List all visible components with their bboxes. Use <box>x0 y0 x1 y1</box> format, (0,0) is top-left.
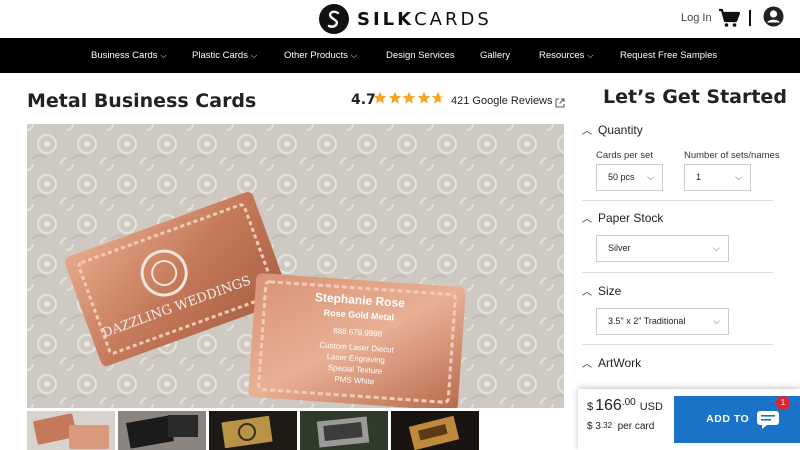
nav-request-samples[interactable]: Request Free Samples <box>620 38 717 73</box>
section-divider <box>582 200 773 201</box>
nav-label: Business Cards <box>91 50 158 61</box>
chevron-down-icon: ⌵ <box>735 172 742 182</box>
size-select[interactable]: 3.5" x 2" Traditional ⌵ <box>596 308 729 335</box>
logo-mark-icon <box>319 4 349 34</box>
total-cents: .00 <box>621 397 636 408</box>
chevron-down-icon: ⌵ <box>160 51 167 60</box>
main-nav: Business Cards ⌵ Plastic Cards ⌵ Other Pro… <box>0 38 800 73</box>
thumbnail-1[interactable] <box>27 411 115 450</box>
nav-label: Request Free Samples <box>620 50 718 61</box>
nav-resources[interactable]: Resources ⌵ <box>539 38 594 73</box>
section-heading: ArtWork <box>598 355 642 370</box>
currency-symbol: $ <box>587 401 594 413</box>
header-divider <box>749 10 751 26</box>
google-reviews-link[interactable]: 421 Google Reviews <box>451 95 553 107</box>
page-title: Metal Business Cards <box>27 90 257 112</box>
thumbnail-2[interactable] <box>118 411 206 450</box>
chevron-down-icon: ⌵ <box>713 316 720 326</box>
rating-stars <box>373 91 446 105</box>
config-panel-title: Let’s Get Started <box>603 86 787 108</box>
star-half-icon <box>431 91 445 104</box>
chevron-up-icon: ︿ <box>582 287 592 298</box>
currency-code: USD <box>639 401 663 413</box>
per-card-label: per card <box>617 421 655 432</box>
section-divider <box>582 272 773 273</box>
star-icon <box>417 91 430 104</box>
total-whole: 166 <box>595 397 622 414</box>
login-link[interactable]: Log In <box>681 12 712 24</box>
sets-select[interactable]: 1 ⌵ <box>684 164 751 191</box>
nav-label: Plastic Cards <box>192 50 248 61</box>
select-value: 3.5" x 2" Traditional <box>608 316 686 326</box>
chevron-down-icon: ⌵ <box>350 51 357 60</box>
chevron-up-icon: ︿ <box>582 359 592 370</box>
thumbnail-5[interactable] <box>391 411 479 450</box>
sets-label: Number of sets/names <box>684 150 780 161</box>
nav-other-products[interactable]: Other Products ⌵ <box>284 38 357 73</box>
thumbnail-4[interactable] <box>300 411 388 450</box>
currency-symbol: $ <box>587 421 593 432</box>
cards-per-set-label: Cards per set <box>596 150 654 161</box>
nav-design-services[interactable]: Design Services <box>386 38 455 73</box>
paper-stock-section-toggle[interactable]: ︿ Paper Stock <box>582 210 664 226</box>
total-price: $166.00 USD <box>587 397 663 415</box>
brand-logo[interactable]: SILKCARDS <box>319 4 492 34</box>
nav-plastic-cards[interactable]: Plastic Cards ⌵ <box>192 38 257 73</box>
section-heading: Size <box>598 283 622 298</box>
nav-business-cards[interactable]: Business Cards ⌵ <box>91 38 167 73</box>
nav-label: Gallery <box>480 50 511 61</box>
nav-label: Resources <box>539 50 585 61</box>
star-icon <box>373 91 387 104</box>
per-card-price: $ 3.32 per card <box>587 421 654 432</box>
brand-name: SILKCARDS <box>357 8 492 30</box>
artwork-section-toggle[interactable]: ︿ ArtWork <box>582 355 642 371</box>
select-value: 50 pcs <box>608 172 635 182</box>
section-heading: Paper Stock <box>598 210 664 225</box>
chevron-down-icon: ⌵ <box>250 51 258 60</box>
chevron-down-icon: ⌵ <box>587 51 594 60</box>
paper-stock-select[interactable]: Silver ⌵ <box>596 235 729 262</box>
section-divider <box>582 344 773 345</box>
thumbnail-strip <box>27 411 479 450</box>
thumbnail-3[interactable] <box>209 411 297 450</box>
chevron-down-icon: ⌵ <box>647 172 654 182</box>
size-section-toggle[interactable]: ︿ Size <box>582 283 622 299</box>
quantity-section-toggle[interactable]: ︿ Quantity <box>582 122 643 138</box>
cards-per-set-select[interactable]: 50 pcs ⌵ <box>596 164 663 191</box>
nav-label: Design Services <box>386 50 455 61</box>
chevron-down-icon: ⌵ <box>713 243 720 253</box>
user-account-icon[interactable] <box>763 6 784 32</box>
chevron-up-icon: ︿ <box>582 126 592 137</box>
chat-notification-badge: 1 <box>776 396 790 410</box>
top-bar: SILKCARDS Log In <box>0 0 800 38</box>
section-heading: Quantity <box>598 122 643 137</box>
star-icon <box>402 91 416 104</box>
external-link-icon[interactable] <box>555 95 565 113</box>
star-icon <box>388 91 401 104</box>
nav-label: Other Products <box>284 50 348 61</box>
cart-icon[interactable] <box>718 8 741 33</box>
select-value: 1 <box>696 172 702 182</box>
chevron-up-icon: ︿ <box>582 214 592 225</box>
select-value: Silver <box>608 243 631 253</box>
nav-gallery[interactable]: Gallery <box>480 38 510 73</box>
per-card-cents: .32 <box>600 421 613 430</box>
product-hero-image[interactable]: DAZZLING WEDDINGS Stephanie Rose Rose Go… <box>27 124 564 408</box>
